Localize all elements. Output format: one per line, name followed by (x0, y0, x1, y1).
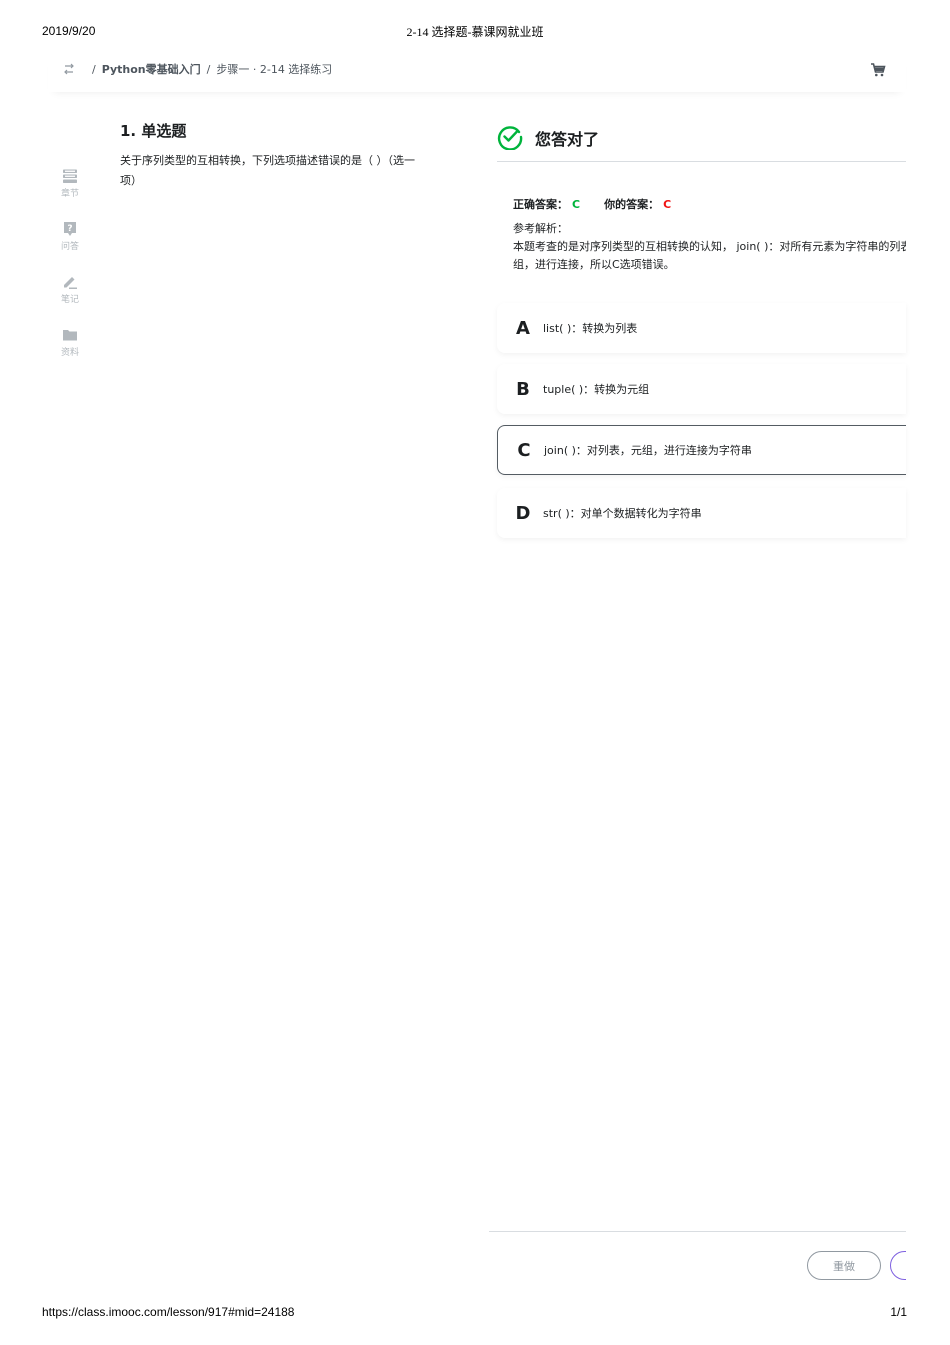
option-text: tuple( )：转换为元组 (543, 383, 650, 396)
answer-summary: 正确答案： C 你的答案： C (513, 196, 671, 212)
sidebar-item-chapter[interactable]: 章节 (50, 168, 90, 199)
print-page-number: 1/1 (890, 1305, 907, 1319)
breadcrumb-separator: / (206, 62, 211, 76)
cart-icon[interactable] (870, 62, 886, 78)
option-b[interactable]: B tuple( )：转换为元组 (497, 364, 906, 414)
sidebar-item-label: 资料 (60, 348, 79, 358)
analysis-text-line: 组，进行连接，所以C选项错误。 (513, 258, 675, 271)
question-title: 1. 单选题 (120, 122, 187, 140)
redo-button[interactable]: 重做 (807, 1251, 881, 1280)
option-text: list( )：转换为列表 (543, 322, 638, 335)
option-letter: A (516, 317, 530, 339)
result-message: 您答对了 (535, 130, 600, 149)
breadcrumb: / Python零基础入门 / 步骤一 · 2-14 选择练习 (62, 61, 332, 77)
sidebar-item-label: 问答 (60, 242, 79, 252)
analysis-label: 参考解析： (513, 222, 568, 235)
folder-icon (63, 330, 77, 341)
option-text: join( )：对列表，元组，进行连接为字符串 (544, 444, 752, 457)
note-icon (64, 277, 77, 289)
top-bar: / Python零基础入门 / 步骤一 · 2-14 选择练习 (48, 52, 906, 92)
correct-answer-value: C (572, 198, 581, 211)
result-header: 您答对了 (497, 120, 906, 162)
option-c[interactable]: C join( )：对列表，元组，进行连接为字符串 (497, 425, 906, 475)
bottom-divider (489, 1231, 906, 1232)
your-answer-value: C (663, 198, 672, 211)
left-sidebar: 章节 ? 问答 笔记 资料 (50, 168, 90, 380)
sidebar-item-materials[interactable]: 资料 (50, 327, 90, 358)
option-text: str( )：对单个数据转化为字符串 (543, 507, 702, 520)
analysis: 参考解析： 本题考查的是对序列类型的互相转换的认知， join( )：对所有元素… (513, 220, 906, 274)
sidebar-item-qa[interactable]: ? 问答 (50, 221, 90, 252)
chapter-icon (63, 169, 77, 183)
option-letter: B (516, 378, 530, 400)
your-answer-label: 你的答案： (604, 198, 660, 211)
question-text: 关于序列类型的互相转换，下列选项描述错误的是（ ）（选一项） (120, 154, 415, 187)
breadcrumb-course[interactable]: Python零基础入门 (102, 61, 201, 77)
print-title: 2-14 选择题-慕课网就业班 (406, 25, 544, 39)
breadcrumb-step: 步骤一 · 2-14 选择练习 (216, 63, 333, 76)
sidebar-item-notes[interactable]: 笔记 (50, 274, 90, 305)
sidebar-item-label: 笔记 (60, 295, 79, 305)
swap-icon[interactable] (62, 62, 76, 76)
svg-text:?: ? (67, 224, 72, 234)
breadcrumb-separator: / (92, 62, 96, 76)
option-a[interactable]: A list( )：转换为列表 (497, 303, 906, 353)
answer-panel: 您答对了 正确答案： C 你的答案： C 参考解析： 本题考查的是对序列类型的互相转换… (497, 120, 906, 524)
check-circle-icon (497, 126, 523, 150)
sidebar-item-label: 章节 (60, 189, 79, 199)
next-button[interactable] (890, 1251, 906, 1280)
option-d[interactable]: D str( )：对单个数据转化为字符串 (497, 488, 906, 538)
analysis-text-line: 本题考查的是对序列类型的互相转换的认知， join( )：对所有元素为字符串的列… (513, 240, 906, 253)
print-url: https://class.imooc.com/lesson/917#mid=2… (42, 1305, 295, 1319)
option-letter: D (515, 502, 531, 524)
option-letter: C (517, 439, 531, 461)
correct-answer-label: 正确答案： (513, 198, 568, 211)
question-icon: ? (64, 222, 76, 236)
